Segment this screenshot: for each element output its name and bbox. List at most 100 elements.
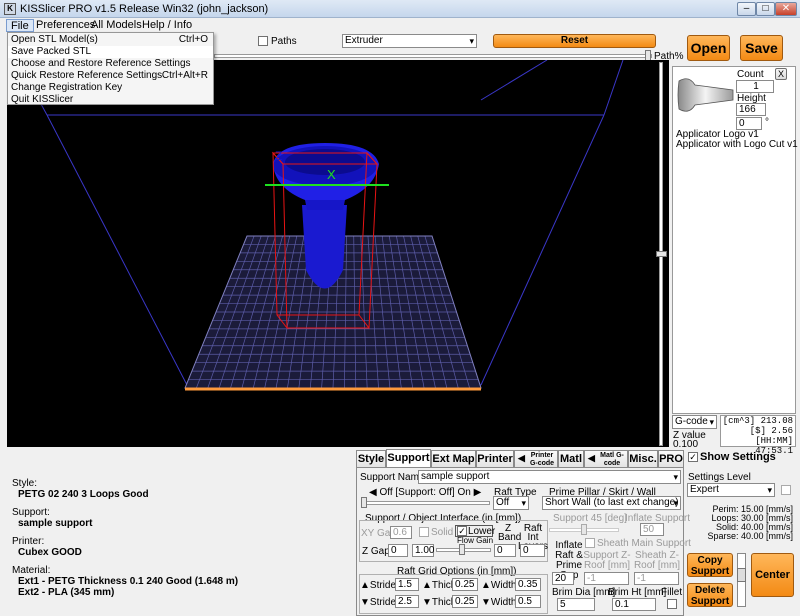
reset-button[interactable]: Reset [493, 34, 656, 48]
show-settings-checkbox[interactable]: ✓ [688, 452, 698, 462]
brim-ht-input[interactable]: 0.1 [612, 598, 656, 611]
flow-gain-input[interactable]: 1.00 [412, 544, 434, 557]
support-slider-thumb[interactable] [361, 497, 367, 508]
solid-checkbox[interactable] [419, 527, 429, 537]
show-settings-label: Show Settings [700, 451, 776, 463]
arrow-up-icon: ▲ [422, 580, 432, 591]
flow-gain-slider-thumb[interactable] [459, 544, 465, 555]
model-list-panel: Count X 1 Height 166 0 ° Applicator Logo… [672, 66, 798, 414]
menu-item-change-key[interactable]: Change Registration Key [8, 82, 213, 94]
material-ext1: Ext1 - PETG Thickness 0.1 240 Good (1.64… [18, 576, 239, 587]
menu-item-open-stl[interactable]: Open STL Model(s) Ctrl+O [8, 34, 213, 46]
menu-item-label: Choose and Restore Reference Settings [11, 58, 191, 69]
arrow-up-icon: ▲ [360, 580, 370, 591]
speed-sparse: Sparse: 40.00 [mm/s] [707, 531, 793, 541]
support-label: Support: [12, 507, 50, 518]
support-value: sample support [18, 518, 93, 529]
thick-label-1: ▲Thick [422, 580, 456, 591]
sheath-checkbox[interactable] [585, 538, 595, 548]
maximize-button[interactable]: □ [756, 2, 775, 16]
tab-label: Matl G-code [600, 452, 624, 467]
style-value: PETG 02 240 3 Loops Good [18, 489, 149, 500]
zroof-sheath-input[interactable]: -1 [634, 572, 679, 585]
menu-file[interactable]: File [6, 19, 34, 32]
tab-printer[interactable]: Printer [476, 450, 514, 467]
vertical-scroll-thumb[interactable] [737, 568, 746, 582]
app-window: K KISSlicer PRO v1.5 Release Win32 (john… [0, 0, 800, 616]
inflate-raft-input[interactable]: 20 [552, 572, 574, 585]
3d-viewport[interactable]: X Z [7, 60, 669, 447]
xy-gap-input[interactable]: 0.6 [390, 526, 412, 539]
z-band-input[interactable]: 0 [494, 544, 516, 557]
brim-ht-label: Brim Ht [mm] [608, 587, 667, 598]
tab-ext-map[interactable]: Ext Map [431, 450, 476, 467]
prime-select[interactable]: Short Wall (to last ext change) [542, 496, 681, 510]
thick-input-2[interactable]: 0.25 [452, 595, 478, 608]
support-name-label: Support Name [360, 472, 425, 483]
center-button[interactable]: Center [751, 553, 794, 597]
copy-support-button[interactable]: Copy Support [687, 553, 733, 577]
app-icon: K [4, 3, 16, 15]
width-label-2: ▼Width [481, 597, 517, 608]
support-slider-track[interactable] [361, 501, 490, 505]
raft-type-select[interactable]: Off [493, 496, 529, 510]
remove-model-button[interactable]: X [775, 68, 787, 80]
stats-mode-select[interactable]: G-code [672, 415, 717, 429]
angle-slider-thumb[interactable] [581, 524, 587, 535]
z-slider-thumb[interactable] [656, 251, 667, 257]
tab-matl[interactable]: Matl [558, 450, 584, 467]
settings-level-select[interactable]: Expert [687, 483, 775, 497]
tab-printer-gcode[interactable]: ◀ Printer G-code [514, 450, 558, 467]
tab-pro[interactable]: PRO [658, 450, 684, 467]
menu-all-models[interactable]: All Models [87, 19, 146, 32]
settings-level-checkbox[interactable] [781, 485, 791, 495]
rotation-unit: ° [765, 117, 769, 128]
menu-help[interactable]: Help / Info [138, 19, 196, 32]
fillet-checkbox[interactable] [667, 599, 677, 609]
stride-input-2[interactable]: 2.5 [395, 595, 419, 608]
lower-checkbox[interactable]: ✓ [457, 526, 467, 536]
path-slider-track[interactable] [214, 54, 652, 58]
delete-support-button[interactable]: Delete Support [687, 583, 733, 607]
arrow-down-icon: ▼ [360, 597, 370, 608]
tab-misc[interactable]: Misc. [628, 450, 658, 467]
brim-dia-input[interactable]: 5 [557, 598, 595, 611]
minimize-button[interactable]: – [737, 2, 756, 16]
support-name-select[interactable]: sample support [418, 470, 681, 484]
menu-item-quit[interactable]: Quit KISSlicer [8, 94, 213, 106]
close-button[interactable]: ✕ [775, 2, 797, 16]
support-tab-panel: Support Name sample support ◀ Off [Suppo… [356, 467, 691, 616]
tab-style[interactable]: Style [356, 450, 386, 467]
model-item-2[interactable]: Applicator with Logo Cut v1 [676, 139, 798, 150]
file-menu-dropdown: Open STL Model(s) Ctrl+O Save Packed STL … [7, 32, 214, 105]
thick-input-1[interactable]: 0.25 [452, 578, 478, 591]
inflate-support-input[interactable]: 50 [640, 523, 664, 536]
z-band-label: Z Band [498, 523, 522, 543]
extruder-select[interactable]: Extruder [342, 34, 477, 48]
menu-item-quick-restore[interactable]: Quick Restore Reference Settings Ctrl+Alt… [8, 70, 213, 82]
count-label: Count [737, 69, 764, 80]
stride-input-1[interactable]: 1.5 [395, 578, 419, 591]
save-button[interactable]: Save [740, 35, 783, 61]
height-input[interactable]: 166 [736, 103, 766, 116]
z-gap-label: Z Gap [362, 546, 390, 557]
z-gap-input[interactable]: 0 [388, 544, 408, 557]
raft-int-stepper[interactable]: 0 [520, 544, 545, 557]
zroof-support-input[interactable]: -1 [584, 572, 629, 585]
open-button[interactable]: Open [687, 35, 730, 61]
arrow-down-icon: ▼ [481, 597, 491, 608]
menu-item-save-packed-stl[interactable]: Save Packed STL [8, 46, 213, 58]
sheath-label: Sheath Main Support [597, 538, 691, 549]
width-input-2[interactable]: 0.5 [515, 595, 541, 608]
tab-matl-gcode[interactable]: ◀ Matl G-code [584, 450, 628, 467]
menu-item-label: Change Registration Key [11, 82, 123, 93]
tab-support[interactable]: Support [386, 449, 431, 467]
model-thumbnail[interactable] [677, 75, 735, 113]
menu-item-choose-restore[interactable]: Choose and Restore Reference Settings [8, 58, 213, 70]
menu-item-label: Open STL Model(s) [11, 34, 98, 45]
count-stepper[interactable]: 1 [736, 80, 774, 93]
brim-dia-label: Brim Dia [mm] [552, 587, 616, 598]
paths-checkbox[interactable] [258, 36, 268, 46]
width-input-1[interactable]: 0.35 [515, 578, 541, 591]
menu-item-shortcut: Ctrl+O [178, 34, 208, 45]
